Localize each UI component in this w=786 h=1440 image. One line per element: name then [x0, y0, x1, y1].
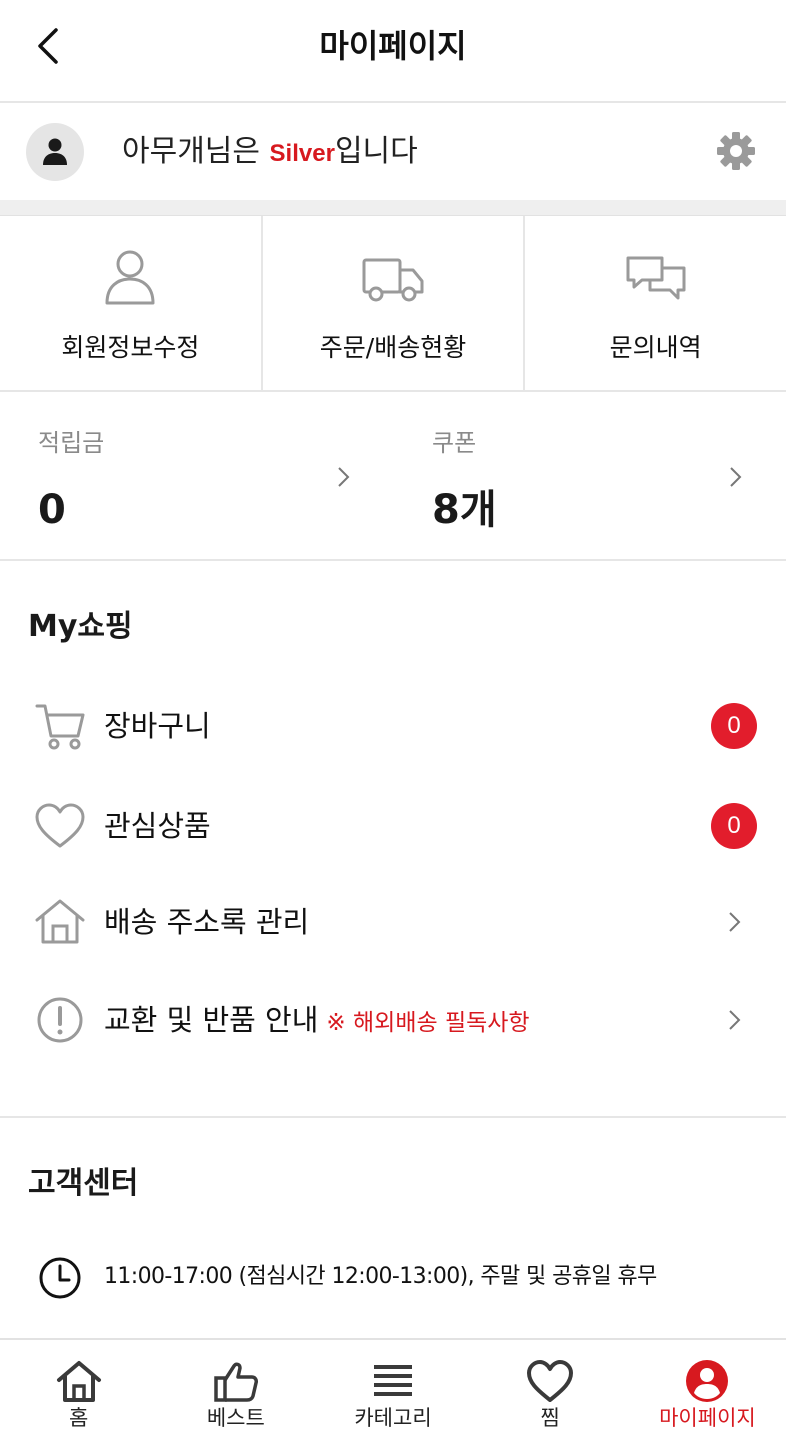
truck-icon	[362, 258, 424, 302]
mileage-value: 0	[38, 487, 66, 533]
menu-item-label: 교환 및 반품 안내 ※ 해외배송 필독사항	[104, 1000, 530, 1043]
menu-item-label: 배송 주소록 관리	[104, 905, 310, 939]
business-hours-text: 11:00-17:00 (점심시간 12:00-13:00), 주말 및 공휴일…	[104, 1264, 657, 1289]
quick-item-label: 문의내역	[609, 333, 702, 362]
settings-button[interactable]	[714, 127, 758, 171]
customer-center-title: 고객센터	[28, 1166, 139, 1201]
wishlist-count-badge: 0	[711, 803, 757, 849]
cart-icon	[35, 704, 85, 750]
profile-bar: 아무개님은 Silver입니다	[0, 104, 786, 200]
quick-item-edit-profile[interactable]: 회원정보수정	[0, 216, 263, 390]
quick-item-order-status[interactable]: 주문/배송현황	[263, 216, 526, 390]
section-separator	[0, 200, 786, 216]
quick-item-label: 회원정보수정	[61, 333, 200, 362]
coupon-label: 쿠폰	[432, 429, 477, 457]
chevron-right-icon	[338, 467, 350, 487]
menu-item-label: 장바구니	[104, 709, 211, 743]
greeting-suffix: 입니다	[334, 134, 418, 169]
app-header: 마이페이지	[0, 0, 786, 103]
heart-icon	[527, 1360, 574, 1402]
clock-icon	[39, 1257, 81, 1299]
member-grade-greeting: 아무개님은 Silver입니다	[122, 130, 418, 176]
overseas-shipping-notice[interactable]: ※ 해외배송 필독사항	[326, 1010, 529, 1036]
gear-icon	[717, 132, 755, 170]
tab-label: 베스트	[206, 1406, 265, 1430]
heart-outline-icon	[35, 803, 85, 848]
chevron-right-icon	[730, 467, 742, 487]
quick-menu: 회원정보수정 주문/배송현황 문의내역	[0, 216, 786, 392]
mileage-card[interactable]: 적립금 0	[38, 393, 418, 561]
user-outline-icon	[105, 250, 155, 305]
tab-wishlist[interactable]: 찜	[472, 1340, 629, 1440]
tab-label: 카테고리	[354, 1406, 432, 1430]
chat-bubbles-icon	[626, 256, 686, 300]
greeting-prefix: 아무개님은	[122, 134, 270, 169]
chevron-right-icon	[729, 912, 741, 932]
person-icon	[43, 138, 67, 165]
menu-item-wishlist[interactable]: 관심상품 0	[0, 782, 786, 870]
tab-label: 찜	[540, 1406, 560, 1430]
menu-item-exchange-return[interactable]: 교환 및 반품 안내 ※ 해외배송 필독사항	[0, 976, 786, 1064]
page-title: 마이페이지	[319, 27, 467, 65]
points-summary: 적립금 0 쿠폰 8개	[0, 393, 786, 561]
user-circle-icon	[686, 1360, 729, 1402]
divider	[0, 1116, 786, 1118]
menu-lines-icon	[374, 1365, 412, 1396]
tab-home[interactable]: 홈	[0, 1340, 157, 1440]
tab-best[interactable]: 베스트	[157, 1340, 314, 1440]
menu-item-label: 관심상품	[104, 809, 211, 843]
tab-mypage[interactable]: 마이페이지	[629, 1340, 786, 1440]
exchange-return-label: 교환 및 반품 안내	[104, 1003, 319, 1037]
menu-item-cart[interactable]: 장바구니 0	[0, 682, 786, 770]
coupon-card[interactable]: 쿠폰 8개	[432, 393, 786, 561]
tab-label: 홈	[68, 1406, 89, 1430]
bottom-tab-bar: 홈 베스트 카테고리 찜 마이페이지	[0, 1338, 786, 1440]
quick-item-label: 주문/배송현황	[319, 333, 467, 362]
coupon-value: 8개	[432, 487, 497, 533]
tab-label: 마이페이지	[659, 1406, 756, 1430]
menu-item-address-book[interactable]: 배송 주소록 관리	[0, 878, 786, 966]
tab-category[interactable]: 카테고리	[314, 1340, 471, 1440]
grade-label: Silver	[269, 140, 335, 167]
cart-count-badge: 0	[711, 703, 757, 749]
exclamation-circle-icon	[37, 997, 83, 1043]
chevron-right-icon	[729, 1010, 741, 1030]
my-shopping-title: My쇼핑	[28, 609, 133, 644]
avatar	[26, 123, 84, 181]
business-hours: 11:00-17:00 (점심시간 12:00-13:00), 주말 및 공휴일…	[0, 1250, 786, 1306]
thumbs-up-icon	[214, 1362, 258, 1402]
mileage-label: 적립금	[38, 429, 105, 457]
home-icon	[56, 1361, 101, 1402]
quick-item-inquiries[interactable]: 문의내역	[525, 216, 786, 390]
house-icon	[35, 899, 85, 944]
